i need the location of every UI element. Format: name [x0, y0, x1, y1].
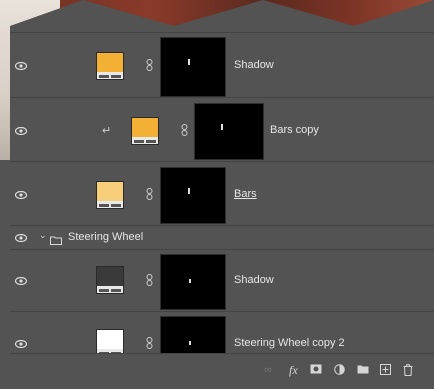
layer-mask-thumbnail[interactable]: [160, 167, 226, 224]
color-fill-thumbnail[interactable]: [96, 181, 124, 209]
eye-icon[interactable]: [12, 60, 30, 72]
eye-icon[interactable]: [12, 232, 30, 244]
adjustment-layer-icon[interactable]: [334, 364, 345, 378]
eye-icon[interactable]: [12, 189, 30, 201]
color-fill-thumbnail[interactable]: [96, 52, 124, 80]
layer-row-bars-copy[interactable]: ↵ Bars copy: [10, 97, 434, 162]
layer-group-row-steering-wheel[interactable]: ⌄ Steering Wheel: [10, 225, 434, 250]
color-fill-thumbnail[interactable]: [96, 266, 124, 294]
chain-link-icon[interactable]: [146, 337, 154, 351]
fill-indicator: [97, 72, 123, 79]
eye-icon[interactable]: [12, 275, 30, 287]
clipping-mask-arrow-icon: ↵: [102, 125, 112, 137]
eye-icon[interactable]: [12, 338, 30, 350]
new-layer-icon[interactable]: [380, 364, 391, 378]
mask-mark: [189, 341, 191, 345]
fx-icon[interactable]: fx: [289, 364, 298, 376]
layer-row-shadow[interactable]: Shadow: [10, 249, 434, 312]
chain-link-icon[interactable]: [181, 124, 189, 138]
layer-mask-thumbnail[interactable]: [160, 37, 226, 97]
folder-icon: [50, 232, 62, 250]
fill-indicator: [132, 137, 158, 144]
layer-name[interactable]: Shadow: [234, 274, 274, 286]
new-group-icon[interactable]: [357, 364, 369, 377]
chain-link-icon[interactable]: [146, 274, 154, 288]
layer-name[interactable]: Steering Wheel copy 2: [234, 337, 345, 349]
layer-name[interactable]: Bars: [234, 188, 257, 200]
layer-row-bars[interactable]: Bars: [10, 161, 434, 226]
color-fill-thumbnail[interactable]: [131, 117, 159, 145]
trash-icon[interactable]: [403, 364, 413, 379]
mask-mark: [189, 279, 191, 283]
layer-row-shadow[interactable]: Shadow: [10, 32, 434, 98]
mask-mark: [221, 124, 223, 130]
chain-link-icon[interactable]: [146, 188, 154, 202]
layer-name[interactable]: Shadow: [234, 59, 274, 71]
layer-mask-thumbnail[interactable]: [160, 316, 226, 356]
fill-indicator: [97, 201, 123, 208]
mask-mark: [188, 188, 190, 194]
layer-name[interactable]: Bars copy: [270, 124, 319, 136]
group-name[interactable]: Steering Wheel: [68, 231, 143, 243]
layers-panel-footer: ∞ fx: [10, 353, 434, 388]
add-mask-icon[interactable]: [310, 364, 322, 377]
link-layers-icon[interactable]: ∞: [264, 364, 272, 376]
layer-row-steering-wheel-copy-2[interactable]: Steering Wheel copy 2: [10, 311, 434, 357]
eye-icon[interactable]: [12, 125, 30, 137]
chevron-down-icon[interactable]: ⌄: [39, 230, 47, 241]
fill-indicator: [97, 286, 123, 293]
layers-panel: Shadow ↵ Bars copy Bars ⌄ Steering Wheel…: [10, 0, 434, 388]
layer-mask-thumbnail[interactable]: [160, 254, 226, 310]
mask-mark: [188, 59, 190, 65]
layer-mask-thumbnail[interactable]: [194, 103, 264, 160]
chain-link-icon[interactable]: [146, 59, 154, 73]
